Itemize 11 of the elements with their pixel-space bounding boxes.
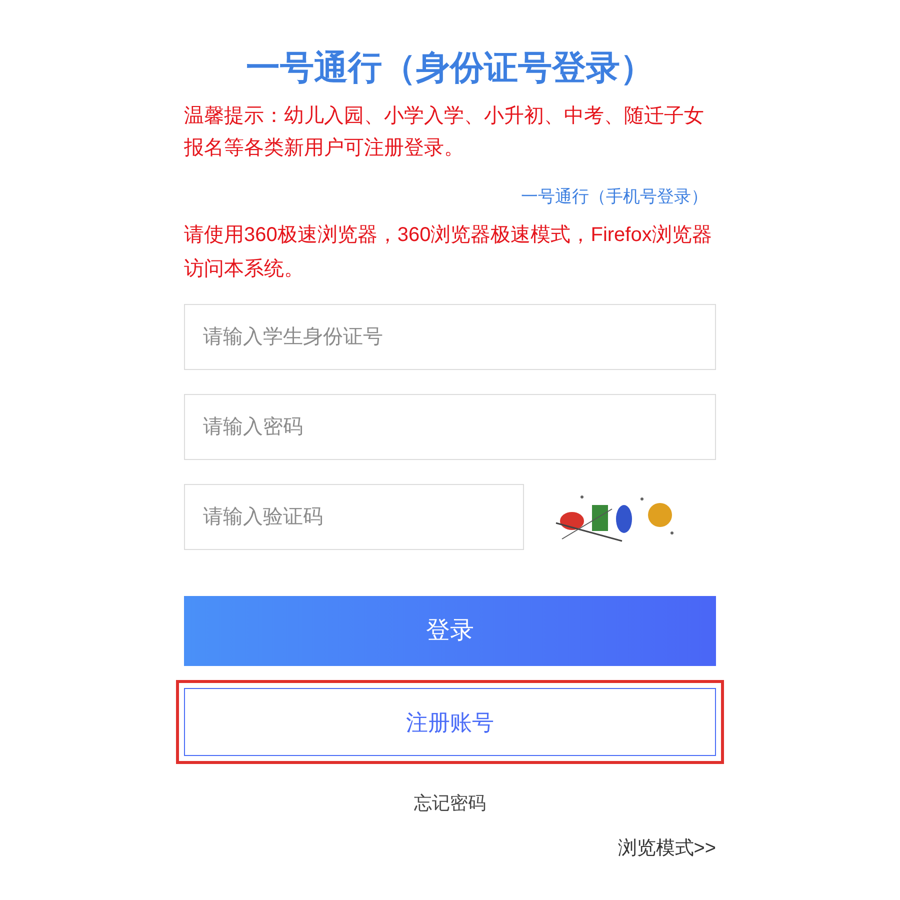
browser-notice: 请使用360极速浏览器，360浏览器极速模式，Firefox浏览器访问本系统。 <box>184 223 713 282</box>
register-button[interactable]: 注册账号 <box>184 688 716 756</box>
browse-mode-link[interactable]: 浏览模式>> <box>618 836 716 862</box>
captcha-field[interactable]: 请输入验证码 <box>184 484 524 550</box>
input-field[interactable]: 请输入密码 <box>184 394 716 460</box>
input-field[interactable]: 请输入学生身份证号 <box>184 304 716 370</box>
phone-login-link[interactable]: 一号通行（手机号登录） <box>521 184 708 210</box>
page-title: 一号通行（身份证号登录） <box>245 48 655 89</box>
forgot-password-link[interactable]: 忘记密码 <box>414 790 486 816</box>
login-button[interactable]: 登录 <box>184 596 716 666</box>
notice-text: 温馨提示：幼儿入园、小学入学、小升初、中考、随迁子女报名等各类新用户可注册登录。 <box>184 104 705 161</box>
